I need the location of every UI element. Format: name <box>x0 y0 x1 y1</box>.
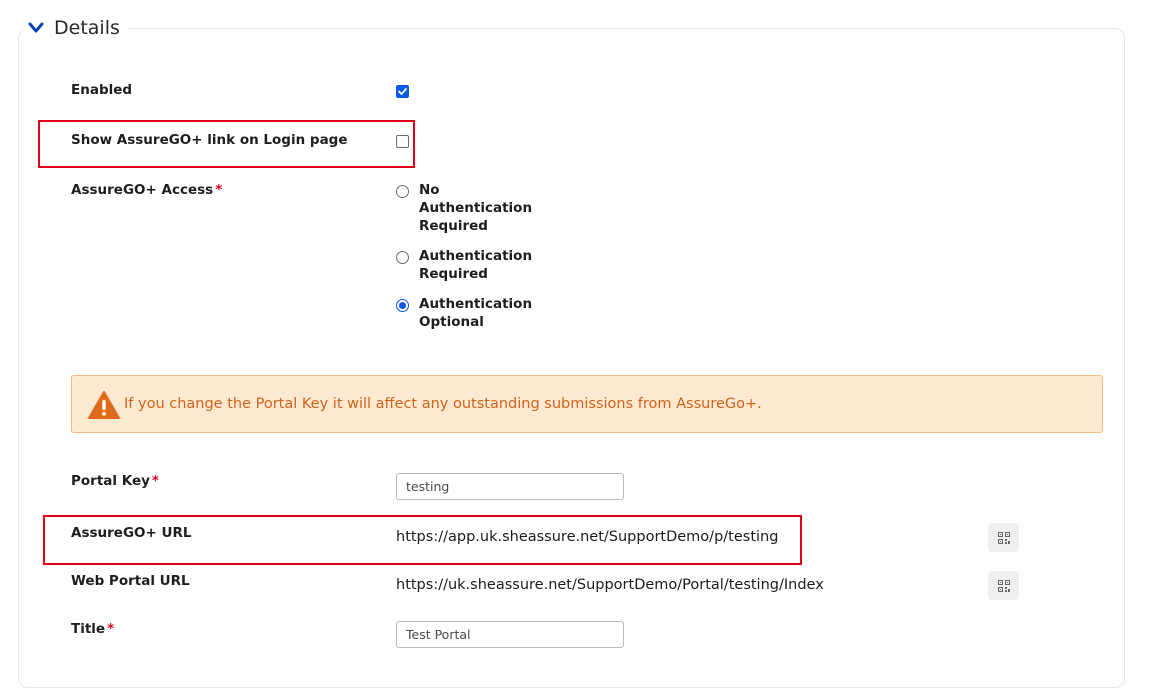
radio-label-line: Authentication <box>419 200 533 216</box>
radio-label-auth-required[interactable]: Authentication Required <box>419 247 549 283</box>
portal-key-input[interactable] <box>396 473 624 500</box>
required-mark: * <box>107 621 115 637</box>
radio-label-line: No <box>419 182 440 198</box>
highlight-box-assurego-url <box>43 515 802 565</box>
required-mark: * <box>215 182 223 198</box>
radio-label-line: Optional <box>419 314 484 330</box>
web-portal-url-label: Web Portal URL <box>71 573 190 589</box>
radio-auth-optional[interactable] <box>396 299 409 312</box>
alert-text: If you change the Portal Key it will aff… <box>124 396 762 412</box>
title-label: Title * <box>71 620 114 638</box>
warning-triangle-icon <box>88 391 120 419</box>
radio-no-auth-required[interactable] <box>396 185 409 198</box>
radio-label-line: Authentication <box>419 296 533 312</box>
warning-alert: If you change the Portal Key it will aff… <box>71 375 1103 433</box>
access-label-text: AssureGO+ Access <box>71 182 214 198</box>
assurego-url-qr-button[interactable] <box>988 523 1019 552</box>
radio-label-line: Required <box>419 218 488 234</box>
enabled-checkbox[interactable] <box>396 85 409 98</box>
chevron-down-icon <box>28 22 44 33</box>
radio-label-line: Authentication <box>419 248 533 264</box>
portal-key-label: Portal Key * <box>71 472 159 490</box>
title-input[interactable] <box>396 621 624 648</box>
web-portal-url-qr-button[interactable] <box>988 571 1019 600</box>
access-label: AssureGO+ Access * <box>71 181 222 199</box>
web-portal-url-value: https://uk.sheassure.net/SupportDemo/Por… <box>396 577 824 593</box>
highlight-box-show-link <box>38 120 415 168</box>
radio-label-line: Required <box>419 266 488 282</box>
portal-key-label-text: Portal Key <box>71 473 150 489</box>
enabled-label: Enabled <box>71 82 133 98</box>
radio-auth-required[interactable] <box>396 251 409 264</box>
qr-code-icon <box>997 579 1010 592</box>
required-mark: * <box>151 473 159 489</box>
details-section-header[interactable]: Details <box>24 14 128 42</box>
section-title: Details <box>54 17 120 39</box>
radio-label-auth-optional[interactable]: Authentication Optional <box>419 295 549 331</box>
radio-label-no-auth-required[interactable]: No Authentication Required <box>419 181 549 235</box>
qr-code-icon <box>997 531 1010 544</box>
checkmark-icon <box>398 88 407 95</box>
title-label-text: Title <box>71 621 106 637</box>
